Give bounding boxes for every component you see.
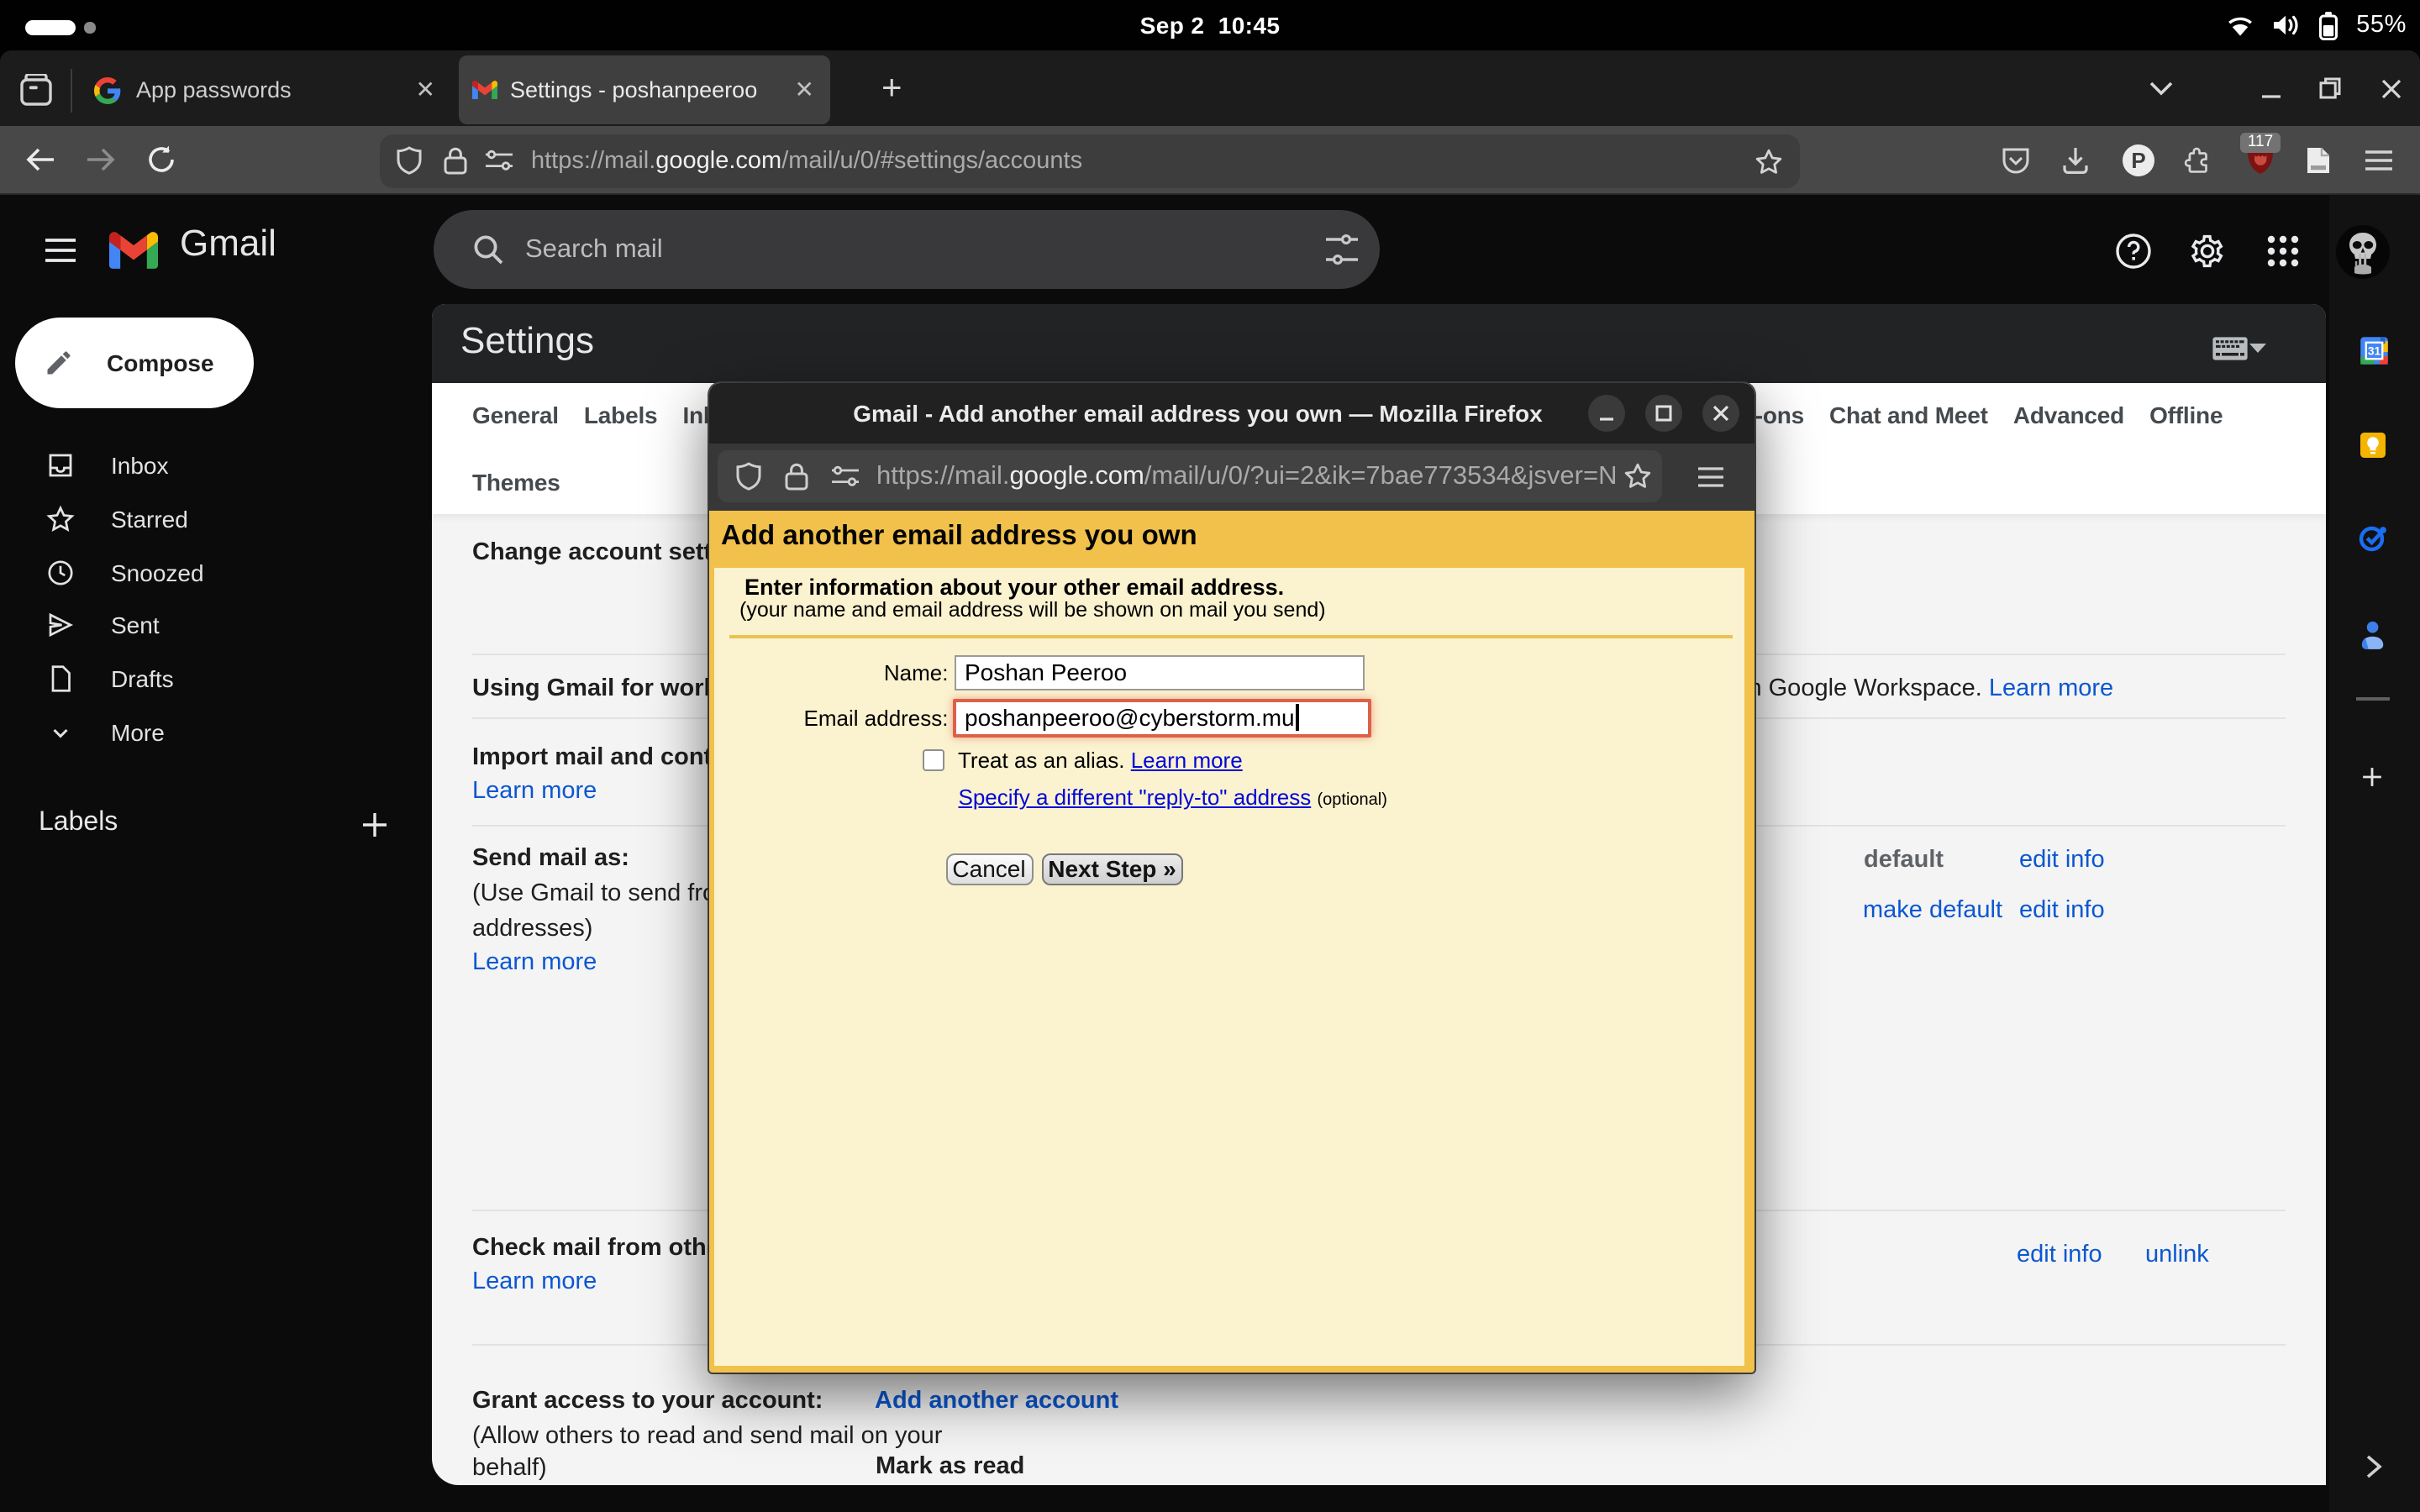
svg-text:31: 31 — [2368, 344, 2381, 357]
